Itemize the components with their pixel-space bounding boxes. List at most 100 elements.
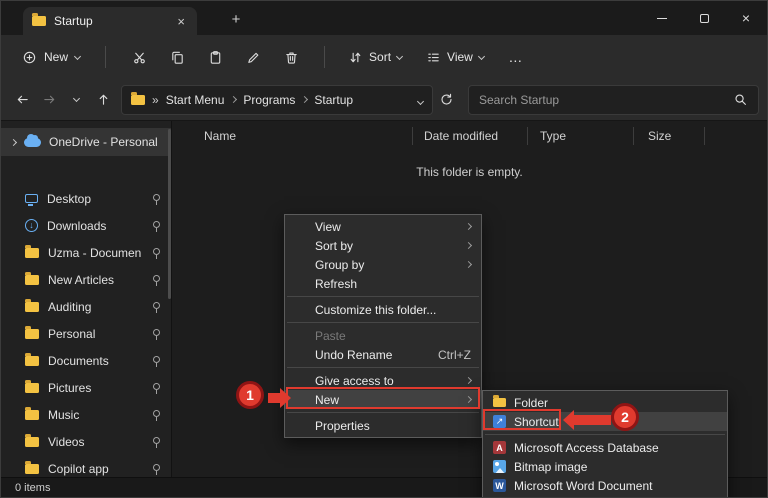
view-button[interactable]: View <box>417 44 493 71</box>
submenu-item-word-document[interactable]: W Microsoft Word Document <box>483 476 727 495</box>
copy-button[interactable] <box>158 41 196 73</box>
chevron-down-icon <box>72 94 81 103</box>
menu-item-view[interactable]: View <box>285 217 481 236</box>
up-icon <box>99 94 108 105</box>
menu-item-paste[interactable]: Paste <box>285 326 481 345</box>
sidebar-item-downloads[interactable]: ↓ Downloads <box>1 212 171 239</box>
new-button[interactable]: New <box>11 44 91 71</box>
chevron-down-icon <box>73 52 82 60</box>
search-icon <box>735 94 746 105</box>
sidebar-item-music[interactable]: Music <box>1 401 171 428</box>
back-button[interactable] <box>9 86 36 113</box>
paste-icon <box>210 50 220 64</box>
column-divider[interactable] <box>704 127 705 145</box>
menu-item-label: View <box>315 219 341 234</box>
submenu-item-label: Bitmap image <box>514 459 588 474</box>
sidebar-item-new-articles[interactable]: New Articles <box>1 266 171 293</box>
annotation-arrow-2-head <box>563 410 574 430</box>
annotation-highlight-shortcut <box>483 409 561 430</box>
recent-locations-button[interactable] <box>63 86 90 113</box>
refresh-button[interactable] <box>433 86 460 113</box>
column-header-type[interactable]: Type <box>540 129 566 143</box>
submenu-arrow-icon <box>464 241 473 250</box>
menu-item-customize-this-folder[interactable]: Customize this folder... <box>285 300 481 319</box>
pin-icon <box>150 436 162 448</box>
menu-item-group-by[interactable]: Group by <box>285 255 481 274</box>
delete-button[interactable] <box>272 41 310 73</box>
folder-icon <box>32 13 46 26</box>
breadcrumb[interactable]: » Start Menu Programs Startup <box>121 84 433 115</box>
column-divider[interactable] <box>527 127 528 145</box>
minimize-icon <box>657 17 667 19</box>
more-options-button[interactable]: … <box>499 41 533 73</box>
close-button[interactable]: × <box>725 1 767 35</box>
sidebar-item-copilot-app[interactable]: Copilot app <box>1 455 171 477</box>
new-icon <box>23 51 36 63</box>
cut-button[interactable] <box>120 41 158 73</box>
column-header-name[interactable]: Name <box>204 129 236 143</box>
pin-icon <box>150 355 162 367</box>
submenu-item-label: Microsoft Word Document <box>514 478 653 493</box>
rename-button[interactable] <box>234 41 272 73</box>
minimize-button[interactable] <box>641 1 683 35</box>
menu-item-undo-rename[interactable]: Undo Rename Ctrl+Z <box>285 345 481 364</box>
menu-item-sort-by[interactable]: Sort by <box>285 236 481 255</box>
search-box[interactable] <box>468 84 759 115</box>
column-header-size[interactable]: Size <box>648 129 671 143</box>
sidebar-item-videos[interactable]: Videos <box>1 428 171 455</box>
column-divider[interactable] <box>633 127 634 145</box>
submenu-item-label: Microsoft Access Database <box>514 440 659 455</box>
refresh-icon <box>441 93 452 105</box>
pin-icon <box>150 220 162 232</box>
close-icon: × <box>741 10 751 26</box>
toolbar-divider <box>105 46 107 68</box>
menu-item-label: Properties <box>315 418 370 433</box>
up-button[interactable] <box>90 86 117 113</box>
sidebar-item-pictures[interactable]: Pictures <box>1 374 171 401</box>
sidebar-item-documents[interactable]: Documents <box>1 347 171 374</box>
folder-icon <box>25 406 39 420</box>
pin-icon <box>150 301 162 313</box>
monitor-icon <box>25 194 38 206</box>
folder-icon <box>25 271 39 285</box>
menu-item-label: Group by <box>315 257 365 272</box>
menu-item-refresh[interactable]: Refresh <box>285 274 481 293</box>
pin-icon <box>150 193 162 205</box>
folder-icon <box>25 298 39 312</box>
sidebar-item-personal[interactable]: Personal <box>1 320 171 347</box>
tab-startup[interactable]: Startup × <box>23 7 197 35</box>
submenu-item-access-database[interactable]: A Microsoft Access Database <box>483 438 727 457</box>
new-button-label: New <box>44 50 69 64</box>
menu-item-shortcut: Ctrl+Z <box>438 347 471 362</box>
maximize-button[interactable] <box>683 1 725 35</box>
chevron-right-icon[interactable] <box>9 138 18 146</box>
paste-button[interactable] <box>196 41 234 73</box>
sidebar-item-desktop[interactable]: Desktop <box>1 185 171 212</box>
breadcrumb-item-programs[interactable]: Programs <box>243 93 295 107</box>
breadcrumb-item-start-menu[interactable]: Start Menu <box>166 93 225 107</box>
breadcrumb-item-startup[interactable]: Startup <box>314 93 353 107</box>
sort-button[interactable]: Sort <box>339 44 411 71</box>
sidebar-item-uzma-documents[interactable]: Uzma - Documents Rec <box>1 239 171 266</box>
annotation-arrow-2 <box>573 415 611 425</box>
address-dropdown-button[interactable] <box>416 93 425 107</box>
column-header-date-modified[interactable]: Date modified <box>424 129 498 143</box>
breadcrumb-collapsed-indicator[interactable]: » <box>152 93 159 107</box>
column-divider[interactable] <box>412 127 413 145</box>
word-icon: W <box>493 479 506 492</box>
menu-separator <box>287 367 479 368</box>
sidebar-item-onedrive[interactable]: OneDrive - Personal <box>1 128 171 156</box>
download-icon: ↓ <box>25 219 38 232</box>
sidebar-item-auditing[interactable]: Auditing <box>1 293 171 320</box>
submenu-item-bitmap-image[interactable]: Bitmap image <box>483 457 727 476</box>
forward-button[interactable] <box>36 86 63 113</box>
menu-item-properties[interactable]: Properties <box>285 416 481 435</box>
empty-folder-message: This folder is empty. <box>416 165 523 179</box>
command-toolbar: New Sort View … <box>1 35 767 79</box>
new-tab-button[interactable]: + <box>225 9 247 29</box>
sidebar-item-label: Auditing <box>48 299 92 314</box>
view-icon <box>428 53 439 61</box>
search-input[interactable] <box>479 92 733 107</box>
toolbar-divider <box>324 46 326 68</box>
tab-close-icon[interactable]: × <box>174 15 188 28</box>
